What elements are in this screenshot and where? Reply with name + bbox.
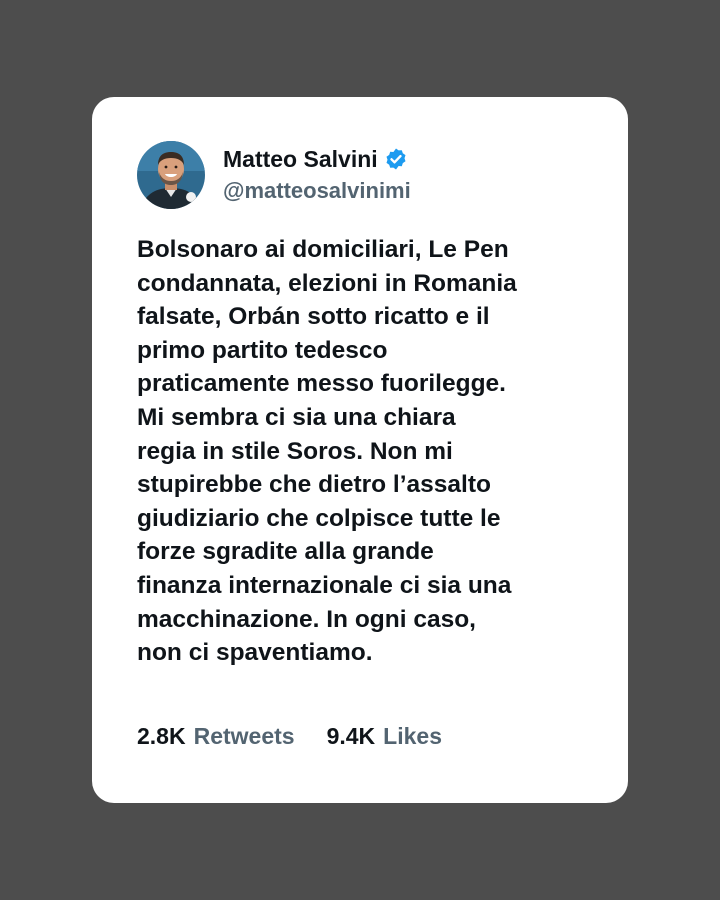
retweets-stat[interactable]: 2.8K Retweets (137, 721, 295, 751)
author-identity: Matteo Salvini @matteosalvinimi (223, 144, 411, 206)
tweet-header: Matteo Salvini @matteosalvinimi (137, 141, 411, 209)
likes-count: 9.4K (326, 723, 376, 749)
tweet-card: Matteo Salvini @matteosalvinimi Bolsonar… (92, 97, 628, 803)
likes-label: Likes (383, 723, 442, 749)
retweets-count: 2.8K (137, 723, 186, 749)
tweet-stats: 2.8K Retweets 9.4K Likes (137, 721, 442, 751)
tweet-text: Bolsonaro ai domiciliari, Le Pen condann… (137, 236, 517, 667)
author-name-row: Matteo Salvini (223, 144, 411, 174)
likes-stat[interactable]: 9.4K Likes (327, 721, 442, 751)
avatar[interactable] (137, 141, 205, 209)
verified-badge-icon (384, 147, 408, 171)
author-name[interactable]: Matteo Salvini (223, 144, 378, 174)
profile-photo-icon (137, 141, 205, 209)
retweets-label: Retweets (193, 723, 295, 749)
author-handle[interactable]: @matteosalvinimi (223, 176, 411, 206)
